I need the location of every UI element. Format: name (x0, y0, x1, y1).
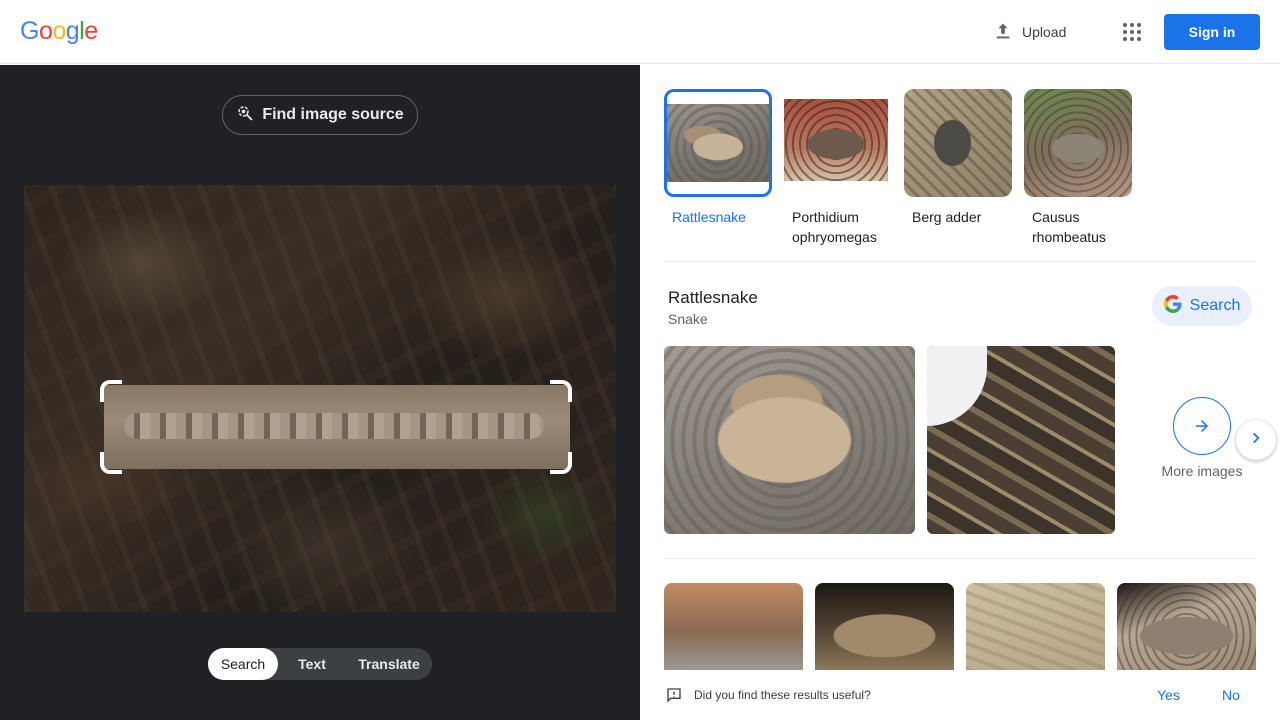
entity-search-label: Search (1189, 297, 1241, 314)
divider (664, 261, 1256, 262)
entity-chips: Rattlesnake Porthidium ophryomegas Berg … (664, 89, 1132, 247)
sign-in-button[interactable]: Sign in (1164, 14, 1260, 50)
chevron-right-icon (1249, 431, 1263, 450)
chip-porthidium-ophryomegas[interactable]: Porthidium ophryomegas (784, 89, 892, 247)
top-bar: Google Upload Sign in (0, 0, 1280, 64)
feedback-icon (666, 687, 682, 708)
crop-handle-top-left[interactable] (100, 380, 122, 402)
chip-label: Berg adder (912, 209, 982, 225)
visual-match-image[interactable] (664, 583, 803, 671)
upload-button[interactable]: Upload (992, 20, 1066, 44)
feedback-no-button[interactable]: No (1222, 687, 1240, 703)
logo-letter: o (38, 17, 53, 45)
chip-causus-rhombeatus[interactable]: Causus rhombeatus (1024, 89, 1132, 247)
thumbnail-image (784, 99, 888, 181)
result-image[interactable] (927, 346, 1115, 534)
chip-label: Porthidium ophryomegas (792, 209, 877, 245)
mode-switcher: Search Text Translate (208, 648, 432, 680)
query-image-panel: Find image source Search Text Translate (0, 65, 640, 720)
upload-label: Upload (1022, 24, 1067, 40)
results-panel: Rattlesnake Porthidium ophryomegas Berg … (640, 65, 1280, 720)
upload-icon (992, 20, 1014, 45)
selected-region[interactable] (104, 385, 570, 469)
feedback-question: Did you find these results useful? (694, 688, 871, 702)
google-g-icon (1163, 294, 1182, 318)
mode-text-tab[interactable]: Text (278, 648, 346, 680)
more-images-label: More images (1161, 463, 1243, 479)
mode-translate-tab[interactable]: Translate (346, 648, 432, 680)
arrow-right-icon (1173, 397, 1231, 455)
chip-thumbnail (784, 89, 892, 197)
carousel-next-button[interactable] (1236, 420, 1276, 460)
logo-letter: o (52, 17, 66, 45)
thumbnail-image (667, 104, 769, 182)
apps-grid-icon[interactable] (1120, 20, 1144, 44)
feedback-yes-button[interactable]: Yes (1157, 687, 1180, 703)
find-image-source-label: Find image source (262, 106, 404, 123)
google-logo[interactable]: Google (20, 17, 98, 46)
entity-search-button[interactable]: Search (1152, 286, 1252, 326)
chip-thumbnail (664, 89, 772, 197)
divider (664, 558, 1256, 559)
visual-match-image[interactable] (966, 583, 1105, 671)
feedback-bar: Did you find these results useful? Yes N… (640, 670, 1280, 720)
logo-letter: g (65, 17, 80, 45)
find-image-source-button[interactable]: Find image source (222, 95, 418, 135)
chip-rattlesnake[interactable]: Rattlesnake (664, 89, 772, 247)
crop-handle-bottom-right[interactable] (550, 452, 572, 474)
crop-handle-top-right[interactable] (550, 380, 572, 402)
chip-berg-adder[interactable]: Berg adder (904, 89, 1012, 247)
logo-letter: G (20, 17, 39, 45)
result-image[interactable] (664, 346, 915, 534)
mode-search-tab[interactable]: Search (208, 648, 278, 680)
chip-thumbnail (904, 89, 1012, 197)
entity-title: Rattlesnake (668, 288, 758, 307)
chip-label: Causus rhombeatus (1032, 209, 1106, 245)
chip-label: Rattlesnake (672, 209, 746, 225)
visual-match-image[interactable] (1117, 583, 1256, 671)
lens-search-icon (236, 104, 254, 127)
chip-thumbnail (1024, 89, 1132, 197)
logo-letter: e (84, 17, 98, 45)
entity-subtitle: Snake (668, 311, 708, 327)
visual-match-image[interactable] (815, 583, 954, 671)
crop-handle-bottom-left[interactable] (100, 452, 122, 474)
